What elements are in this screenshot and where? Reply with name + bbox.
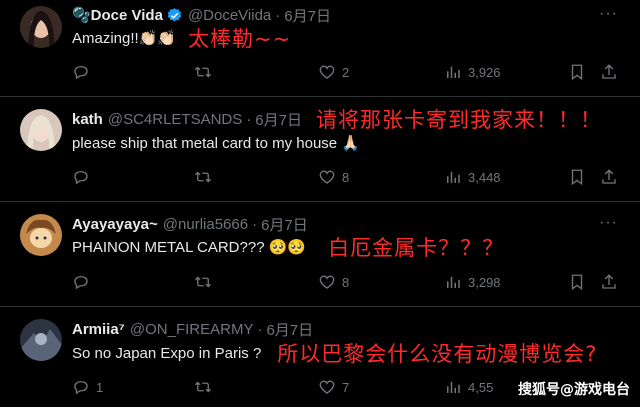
tweet-actions: 8 3,298 xyxy=(72,272,632,292)
bookmark-button[interactable] xyxy=(568,167,586,187)
tweet-2[interactable]: kath @SC4RLETSANDS · 6月7日 请将那张卡寄到我家来！！！ … xyxy=(0,97,640,201)
share-button[interactable] xyxy=(600,272,618,292)
display-name[interactable]: Ayayayaya~ xyxy=(72,216,158,233)
tweet-header: Ayayayaya~ @nurlia5666 · 6月7日 xyxy=(72,213,308,235)
tweet-actions: 8 3,448 xyxy=(72,167,632,187)
retweet-button[interactable] xyxy=(194,377,212,397)
avatar[interactable] xyxy=(20,6,62,48)
reply-button[interactable] xyxy=(72,62,96,82)
share-button[interactable] xyxy=(600,167,618,187)
retweet-icon xyxy=(195,171,211,183)
tweet-1[interactable]: 🫧Doce Vida @DoceViida · 6月7日 ··· Amazing… xyxy=(0,0,640,96)
tweet-text: So no Japan Expo in Paris ? xyxy=(72,344,262,362)
reply-button[interactable] xyxy=(72,272,96,292)
tweet-3[interactable]: Ayayayaya~ @nurlia5666 · 6月7日 ··· PHAINO… xyxy=(0,202,640,306)
share-button[interactable] xyxy=(600,62,618,82)
bookmark-icon xyxy=(571,64,583,81)
like-icon xyxy=(319,65,335,79)
like-count: 8 xyxy=(342,169,350,185)
retweet-icon xyxy=(195,66,211,78)
like-count: 8 xyxy=(342,274,350,290)
avatar[interactable] xyxy=(20,214,62,256)
reply-icon xyxy=(74,381,88,395)
translation-annotation: 所以巴黎会什么没有动漫博览会? xyxy=(277,342,598,366)
avatar[interactable] xyxy=(20,319,62,361)
like-icon xyxy=(319,380,335,394)
tweet-text: Amazing!!👏🏻👏🏻 xyxy=(72,30,177,47)
verified-badge-icon xyxy=(166,7,183,24)
view-count: 4,55 xyxy=(468,379,494,395)
bookmark-icon xyxy=(571,169,583,186)
reply-count: 1 xyxy=(96,379,104,395)
views-icon xyxy=(447,276,460,288)
more-icon[interactable]: ··· xyxy=(599,214,618,232)
views-button[interactable]: 3,298 xyxy=(444,272,501,292)
tweet-date[interactable]: 6月7日 xyxy=(266,319,313,340)
watermark-text: 搜狐号@游戏电台 xyxy=(518,382,630,398)
views-button[interactable]: 3,926 xyxy=(444,62,501,82)
separator-dot: · xyxy=(252,215,258,233)
view-count: 3,926 xyxy=(468,64,501,80)
tweet-body: PHAINON METAL CARD??? 🥺🥺 白厄金属卡？？？ xyxy=(72,235,505,260)
reply-icon xyxy=(74,171,88,185)
user-handle[interactable]: @SC4RLETSANDS xyxy=(108,111,242,128)
views-icon xyxy=(447,171,460,183)
separator-dot: · xyxy=(246,110,252,128)
like-button[interactable]: 8 xyxy=(318,167,349,187)
display-name[interactable]: 🫧Doce Vida xyxy=(72,6,163,24)
separator-dot: · xyxy=(275,6,281,24)
bookmark-icon xyxy=(571,274,583,291)
views-icon xyxy=(447,66,460,78)
bookmark-button[interactable] xyxy=(568,272,586,292)
like-count: 7 xyxy=(342,379,350,395)
share-icon xyxy=(602,64,616,79)
like-button[interactable]: 2 xyxy=(318,62,349,82)
display-name[interactable]: Armiia⁷ xyxy=(72,321,125,338)
avatar[interactable] xyxy=(20,109,62,151)
like-icon xyxy=(319,170,335,184)
views-button[interactable]: 3,448 xyxy=(444,167,501,187)
retweet-button[interactable] xyxy=(194,167,212,187)
view-count: 3,298 xyxy=(468,274,501,290)
like-button[interactable]: 7 xyxy=(318,377,349,397)
user-handle[interactable]: @DoceViida xyxy=(188,7,271,24)
tweet-actions: 2 3,926 xyxy=(72,62,632,82)
tweet-text: PHAINON METAL CARD??? 🥺🥺 xyxy=(72,239,307,256)
display-name[interactable]: kath xyxy=(72,111,103,128)
tweet-text: please ship that metal card to my house … xyxy=(72,135,360,152)
view-count: 3,448 xyxy=(468,169,501,185)
tweet-body: please ship that metal card to my house … xyxy=(72,131,360,155)
tweet-date[interactable]: 6月7日 xyxy=(284,5,331,26)
tweet-header: kath @SC4RLETSANDS · 6月7日 请将那张卡寄到我家来！！！ xyxy=(72,108,602,132)
translation-annotation: 白厄金属卡？？？ xyxy=(328,236,505,260)
user-handle[interactable]: @ON_FIREARMY xyxy=(130,321,254,338)
views-button[interactable]: 4,55 xyxy=(444,377,493,397)
tweet-body: Amazing!!👏🏻👏🏻 太棒勒~~ xyxy=(72,26,292,51)
user-handle[interactable]: @nurlia5666 xyxy=(163,216,248,233)
retweet-button[interactable] xyxy=(194,62,212,82)
tweet-header: Armiia⁷ @ON_FIREARMY · 6月7日 xyxy=(72,318,313,340)
like-count: 2 xyxy=(342,64,350,80)
separator-dot: · xyxy=(257,320,263,338)
share-icon xyxy=(602,169,616,184)
reply-button[interactable] xyxy=(72,167,96,187)
like-button[interactable]: 8 xyxy=(318,272,349,292)
retweet-icon xyxy=(195,381,211,393)
views-icon xyxy=(447,381,460,393)
reply-button[interactable]: 1 xyxy=(72,377,103,397)
translation-annotation: 太棒勒~~ xyxy=(188,27,292,51)
retweet-icon xyxy=(195,276,211,288)
like-icon xyxy=(319,275,335,289)
tweet-body: So no Japan Expo in Paris ? 所以巴黎会什么没有动漫博… xyxy=(72,341,598,366)
reply-icon xyxy=(74,276,88,290)
share-icon xyxy=(602,274,616,289)
reply-icon xyxy=(74,66,88,80)
tweet-date[interactable]: 6月7日 xyxy=(261,214,308,235)
retweet-button[interactable] xyxy=(194,272,212,292)
bookmark-button[interactable] xyxy=(568,62,586,82)
tweet-date[interactable]: 6月7日 xyxy=(255,109,302,130)
translation-annotation: 请将那张卡寄到我家来！！！ xyxy=(315,108,602,132)
more-icon[interactable]: ··· xyxy=(599,5,618,23)
